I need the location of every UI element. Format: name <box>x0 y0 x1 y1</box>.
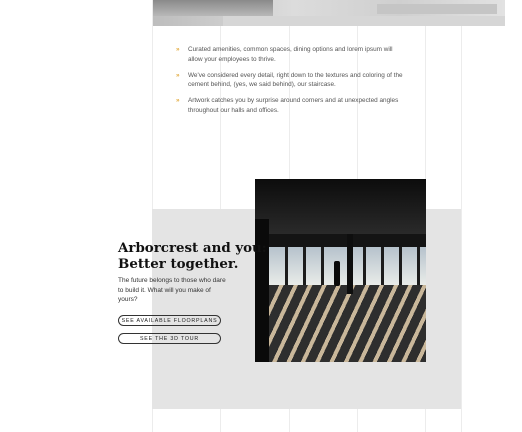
headline-line-1: Arborcrest and you: <box>118 240 267 256</box>
grid-line <box>461 0 462 432</box>
double-chevron-icon: » <box>176 46 180 53</box>
feature-list: » Curated amenities, common spaces, dini… <box>176 45 406 122</box>
double-chevron-icon: » <box>176 97 180 105</box>
window-mullion <box>417 247 420 285</box>
promo-headline: Arborcrest and you: Better together. <box>118 240 268 272</box>
window-mullion <box>381 247 384 285</box>
window-mullion <box>399 247 402 285</box>
headline-line-2: Better together. <box>118 256 239 272</box>
banner-floor <box>223 16 505 26</box>
photo-floor-shadows <box>255 285 426 362</box>
feature-item: » Artwork catches you by surprise around… <box>176 96 406 116</box>
photo-ceiling <box>255 179 426 234</box>
person-silhouette <box>334 261 340 286</box>
feature-text: Curated amenities, common spaces, dining… <box>188 46 393 63</box>
window-mullion <box>285 247 288 285</box>
feature-text: Artwork catches you by surprise around c… <box>188 97 399 114</box>
banner-texture <box>377 4 497 14</box>
photo-pillar <box>347 234 353 294</box>
see-floorplans-button[interactable]: SEE AVAILABLE FLOORPLANS <box>118 315 221 326</box>
feature-item: » Curated amenities, common spaces, dini… <box>176 45 406 65</box>
promo-body: The future belongs to those who dare to … <box>118 277 226 303</box>
feature-text: We've considered every detail, right dow… <box>188 71 403 89</box>
see-3d-tour-button[interactable]: SEE THE 3D TOUR <box>118 333 221 344</box>
feature-item: » We've considered every detail, right d… <box>176 71 406 91</box>
window-mullion <box>321 247 324 285</box>
banner-ceiling <box>153 0 273 16</box>
window-mullion <box>303 247 306 285</box>
window-mullion <box>363 247 366 285</box>
top-banner-image <box>153 0 505 26</box>
office-interior-photo <box>255 179 426 362</box>
double-chevron-icon: » <box>176 71 180 79</box>
